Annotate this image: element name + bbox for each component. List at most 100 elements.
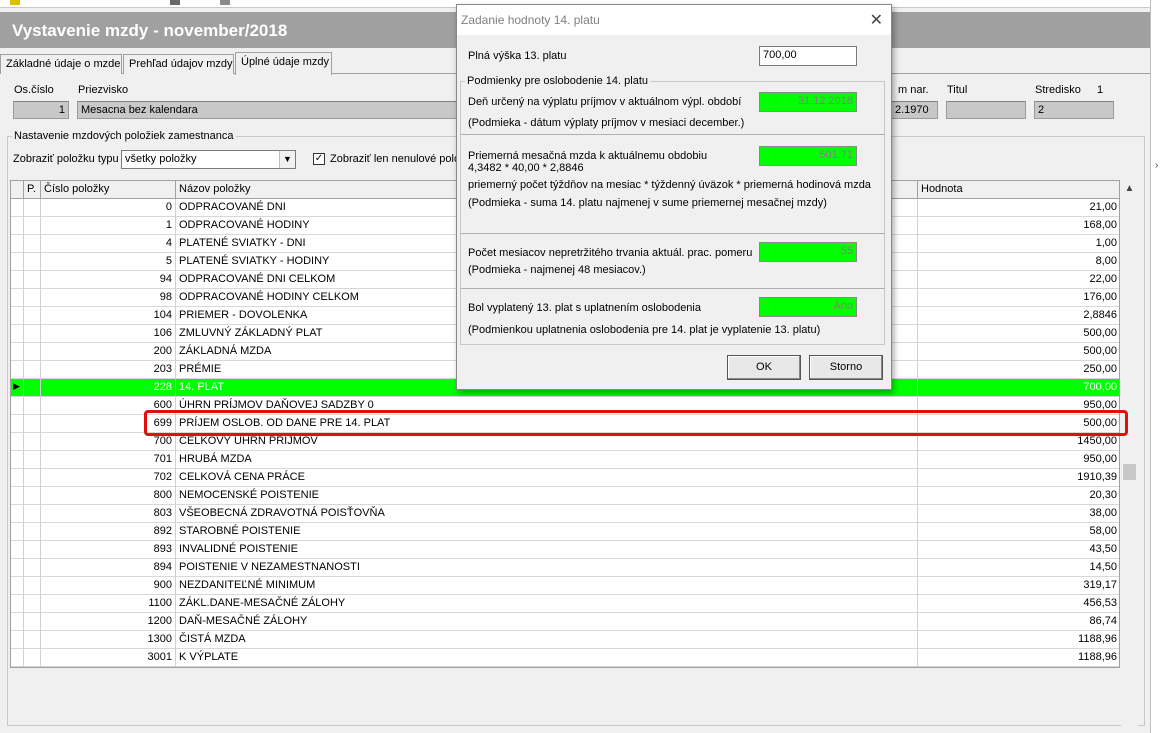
cell-cislo-polozky[interactable]: 1 [41, 217, 176, 235]
cell-p[interactable] [24, 289, 41, 307]
cell-cislo-polozky[interactable]: 700 [41, 433, 176, 451]
cell-hodnota[interactable]: 20,30 [918, 487, 1119, 505]
cell-cislo-polozky[interactable]: 803 [41, 505, 176, 523]
cell-hodnota[interactable]: 500,00 [918, 415, 1119, 433]
priezvisko-field[interactable]: Mesacna bez kalendara [77, 101, 457, 119]
cell-hodnota[interactable]: 1910,39 [918, 469, 1119, 487]
cell-hodnota[interactable]: 22,00 [918, 271, 1119, 289]
cell-cislo-polozky[interactable]: 228 [41, 379, 176, 397]
cell-hodnota[interactable]: 1188,96 [918, 631, 1119, 649]
cell-hodnota[interactable]: 58,00 [918, 523, 1119, 541]
cell-hodnota[interactable]: 500,00 [918, 343, 1119, 361]
cell-p[interactable] [24, 343, 41, 361]
cell-cislo-polozky[interactable]: 893 [41, 541, 176, 559]
cell-nazov-polozky[interactable]: POISTENIE V NEZAMESTNANOSTI [176, 559, 918, 577]
os-cislo-field[interactable]: 1 [13, 101, 69, 119]
table-row[interactable]: 3001 K VÝPLATE 1188,96 [11, 649, 1119, 667]
cell-cislo-polozky[interactable]: 4 [41, 235, 176, 253]
stredisko-field[interactable]: 2 [1034, 101, 1114, 119]
cell-p[interactable] [24, 415, 41, 433]
cell-cislo-polozky[interactable]: 892 [41, 523, 176, 541]
cell-nazov-polozky[interactable]: HRUBÁ MZDA [176, 451, 918, 469]
full13-input[interactable]: 700,00 [759, 46, 857, 66]
ok-button[interactable]: OK [727, 355, 801, 380]
cell-cislo-polozky[interactable]: 3001 [41, 649, 176, 667]
table-row[interactable]: 702 CELKOVÁ CENA PRÁCE 1910,39 [11, 469, 1119, 487]
cell-hodnota[interactable]: 8,00 [918, 253, 1119, 271]
cell-hodnota[interactable]: 21,00 [918, 199, 1119, 217]
cell-p[interactable] [24, 253, 41, 271]
cell-p[interactable] [24, 199, 41, 217]
cell-p[interactable] [24, 595, 41, 613]
cell-cislo-polozky[interactable]: 1100 [41, 595, 176, 613]
storno-button[interactable]: Storno [809, 355, 883, 380]
cell-p[interactable] [24, 433, 41, 451]
cell-hodnota[interactable]: 38,00 [918, 505, 1119, 523]
cell-p[interactable] [24, 217, 41, 235]
tab-zakladne-udaje[interactable]: Základné údaje o mzde [0, 54, 122, 74]
cell-nazov-polozky[interactable]: CELKOVÁ CENA PRÁCE [176, 469, 918, 487]
table-row[interactable]: 900 NEZDANITEĽNÉ MINIMUM 319,17 [11, 577, 1119, 595]
cell-hodnota[interactable]: 1188,96 [918, 649, 1119, 667]
cell-p[interactable] [24, 649, 41, 667]
table-row[interactable]: 1100 ZÁKL.DANE-MESAČNÉ ZÁLOHY 456,53 [11, 595, 1119, 613]
header-cislo-polozky[interactable]: Číslo položky [41, 181, 176, 199]
cell-p[interactable] [24, 631, 41, 649]
cell-cislo-polozky[interactable]: 98 [41, 289, 176, 307]
grid-vertical-scrollbar[interactable]: ▲ [1121, 180, 1138, 733]
cell-nazov-polozky[interactable]: VŠEOBECNÁ ZDRAVOTNÁ POISŤOVŇA [176, 505, 918, 523]
table-row[interactable]: 893 INVALIDNÉ POISTENIE 43,50 [11, 541, 1119, 559]
table-row[interactable]: 699 PRÍJEM OSLOB. OD DANE PRE 14. PLAT 500… [11, 415, 1119, 433]
cell-nazov-polozky[interactable]: ÚHRN PRÍJMOV DAŇOVEJ SADZBY 0 [176, 397, 918, 415]
cell-hodnota[interactable]: 1,00 [918, 235, 1119, 253]
scroll-thumb[interactable] [1123, 464, 1136, 480]
cell-p[interactable] [24, 235, 41, 253]
chevron-down-icon[interactable]: ▼ [279, 151, 295, 168]
cell-nazov-polozky[interactable]: ČISTÁ MZDA [176, 631, 918, 649]
nonzero-only-checkbox[interactable]: ✓ [313, 153, 325, 165]
cell-p[interactable] [24, 325, 41, 343]
table-row[interactable]: 1300 ČISTÁ MZDA 1188,96 [11, 631, 1119, 649]
toolbar-folder-icon[interactable] [10, 0, 20, 5]
titul-field[interactable] [946, 101, 1026, 119]
cell-nazov-polozky[interactable]: NEMOCENSKÉ POISTENIE [176, 487, 918, 505]
cell-p[interactable] [24, 451, 41, 469]
cell-hodnota[interactable]: 1450,00 [918, 433, 1119, 451]
cell-hodnota[interactable]: 14,50 [918, 559, 1119, 577]
table-row[interactable]: 600 ÚHRN PRÍJMOV DAŇOVEJ SADZBY 0 950,00 [11, 397, 1119, 415]
tab-prehlad-udajov[interactable]: Prehľad údajov mzdy [123, 54, 234, 74]
table-row[interactable]: 800 NEMOCENSKÉ POISTENIE 20,30 [11, 487, 1119, 505]
cell-p[interactable] [24, 541, 41, 559]
toolbar-icon[interactable] [220, 0, 230, 5]
cell-cislo-polozky[interactable]: 900 [41, 577, 176, 595]
cell-p[interactable] [24, 379, 41, 397]
table-row[interactable]: 1200 DAŇ-MESAČNÉ ZÁLOHY 86,74 [11, 613, 1119, 631]
table-row[interactable]: 700 CELKOVÝ ÚHRN PRÍJMOV 1450,00 [11, 433, 1119, 451]
cell-nazov-polozky[interactable]: INVALIDNÉ POISTENIE [176, 541, 918, 559]
table-row[interactable]: 894 POISTENIE V NEZAMESTNANOSTI 14,50 [11, 559, 1119, 577]
cell-p[interactable] [24, 523, 41, 541]
cell-cislo-polozky[interactable]: 600 [41, 397, 176, 415]
table-row[interactable]: 701 HRUBÁ MZDA 950,00 [11, 451, 1119, 469]
cell-hodnota[interactable]: 2,8846 [918, 307, 1119, 325]
cell-nazov-polozky[interactable]: CELKOVÝ ÚHRN PRÍJMOV [176, 433, 918, 451]
cell-p[interactable] [24, 307, 41, 325]
cell-p[interactable] [24, 505, 41, 523]
cell-p[interactable] [24, 271, 41, 289]
cell-hodnota[interactable]: 456,53 [918, 595, 1119, 613]
header-p[interactable]: P. [24, 181, 41, 199]
cell-hodnota[interactable]: 319,17 [918, 577, 1119, 595]
cell-hodnota[interactable]: 950,00 [918, 397, 1119, 415]
cell-p[interactable] [24, 613, 41, 631]
close-icon[interactable]: ✕ [870, 10, 883, 30]
cell-nazov-polozky[interactable]: PRÍJEM OSLOB. OD DANE PRE 14. PLAT [176, 415, 918, 433]
cell-cislo-polozky[interactable]: 1200 [41, 613, 176, 631]
cell-nazov-polozky[interactable]: DAŇ-MESAČNÉ ZÁLOHY [176, 613, 918, 631]
cell-p[interactable] [24, 487, 41, 505]
cell-p[interactable] [24, 577, 41, 595]
cell-hodnota[interactable]: 168,00 [918, 217, 1119, 235]
cell-cislo-polozky[interactable]: 106 [41, 325, 176, 343]
datum-narodenia-field[interactable]: 2.1970 [891, 101, 938, 119]
cell-hodnota[interactable]: 950,00 [918, 451, 1119, 469]
cell-cislo-polozky[interactable]: 0 [41, 199, 176, 217]
